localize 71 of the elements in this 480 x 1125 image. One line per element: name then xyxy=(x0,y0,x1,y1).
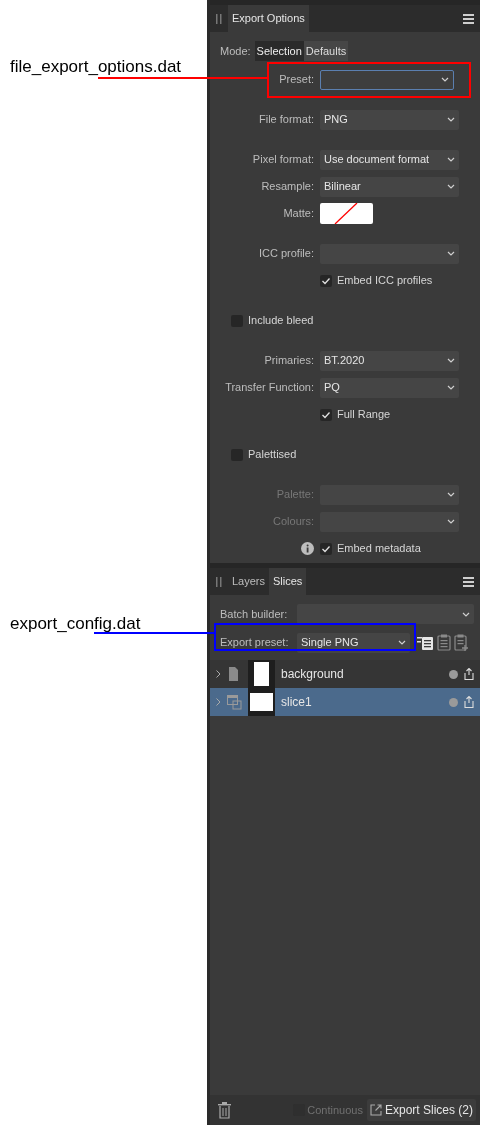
slice-name: slice1 xyxy=(281,694,313,711)
chevron-icon xyxy=(447,251,455,256)
field-label: Pixel format: xyxy=(252,152,314,168)
slice-name: background xyxy=(281,666,345,683)
field-label: ICC profile: xyxy=(258,246,314,262)
add-preset-icon[interactable] xyxy=(417,634,434,651)
menu-icon[interactable] xyxy=(463,576,474,587)
slice-icon xyxy=(227,694,242,710)
field-label: File format: xyxy=(259,112,314,128)
chevron-icon xyxy=(462,611,470,617)
field-label: Resample: xyxy=(261,179,314,195)
slice-row[interactable]: slice1 xyxy=(210,688,480,716)
export-icon[interactable] xyxy=(464,668,474,680)
dropdown[interactable]: Bilinear xyxy=(320,176,459,197)
mode-option[interactable]: Defaults xyxy=(303,41,349,61)
dropdown[interactable]: PQ xyxy=(320,377,459,398)
chevron-icon xyxy=(398,640,406,645)
field-label: Colours: xyxy=(273,514,314,530)
chevron-icon xyxy=(447,519,455,524)
chevron-icon xyxy=(441,77,449,82)
dropdown[interactable]: BT.2020 xyxy=(320,350,459,371)
expand-caret-icon xyxy=(216,698,221,706)
checkbox[interactable] xyxy=(320,274,332,287)
dropdown[interactable]: Use document format xyxy=(320,149,459,170)
grip-icon xyxy=(216,576,222,587)
clipboard-icon[interactable] xyxy=(437,634,451,651)
checkbox-label: Palettised xyxy=(248,447,297,463)
field-label: Transfer Function: xyxy=(225,380,314,396)
panel-tab[interactable]: Layers xyxy=(228,568,270,595)
expand-caret-icon xyxy=(216,670,221,678)
checkbox-label: Include bleed xyxy=(248,313,314,329)
status-dot-icon xyxy=(449,697,458,707)
field-label: Batch builder: xyxy=(220,606,289,622)
chevron-icon xyxy=(447,492,455,497)
trash-icon[interactable] xyxy=(218,1101,231,1119)
dropdown[interactable]: PNG xyxy=(320,109,459,130)
dropdown[interactable]: Single PNG xyxy=(297,632,410,653)
callout-label: export_config.dat xyxy=(10,613,141,635)
field-label: Palette: xyxy=(276,487,314,503)
thumbnail xyxy=(248,688,275,716)
checkbox-label: Full Range xyxy=(337,407,391,423)
chevron-icon xyxy=(447,385,455,390)
colour-swatch[interactable] xyxy=(320,203,373,224)
mode-label: Mode: xyxy=(220,43,251,59)
checkbox-label: Embed ICC profiles xyxy=(337,273,433,289)
chevron-icon xyxy=(447,117,455,122)
slice-row[interactable]: background xyxy=(210,660,480,688)
export-slices-button[interactable]: Export Slices (2) xyxy=(366,1099,476,1121)
chevron-icon xyxy=(447,184,455,189)
panel-tab[interactable]: Slices xyxy=(269,568,307,595)
dropdown[interactable] xyxy=(320,69,454,90)
checkbox[interactable] xyxy=(320,408,332,421)
export-icon[interactable] xyxy=(464,696,474,708)
chevron-icon xyxy=(447,157,455,162)
field-label: Export preset: xyxy=(220,635,290,651)
panel-tab[interactable]: Export Options xyxy=(228,5,309,32)
chevron-icon xyxy=(447,358,455,363)
clipboard-add-icon[interactable] xyxy=(454,634,469,651)
callout-label: file_export_options.dat xyxy=(10,56,182,78)
export-icon xyxy=(369,1104,382,1116)
checkbox-label: Continuous xyxy=(307,1102,363,1118)
thumbnail xyxy=(248,660,275,688)
mode-option[interactable]: Selection xyxy=(254,41,304,61)
field-label: Matte: xyxy=(283,206,314,222)
grip-icon xyxy=(216,13,222,24)
status-dot-icon xyxy=(449,669,458,679)
field-label: Preset: xyxy=(279,72,314,88)
checkbox-label: Embed metadata xyxy=(337,541,421,557)
menu-icon[interactable] xyxy=(463,13,474,24)
checkbox[interactable] xyxy=(320,542,332,555)
field-label: Primaries: xyxy=(264,353,314,369)
